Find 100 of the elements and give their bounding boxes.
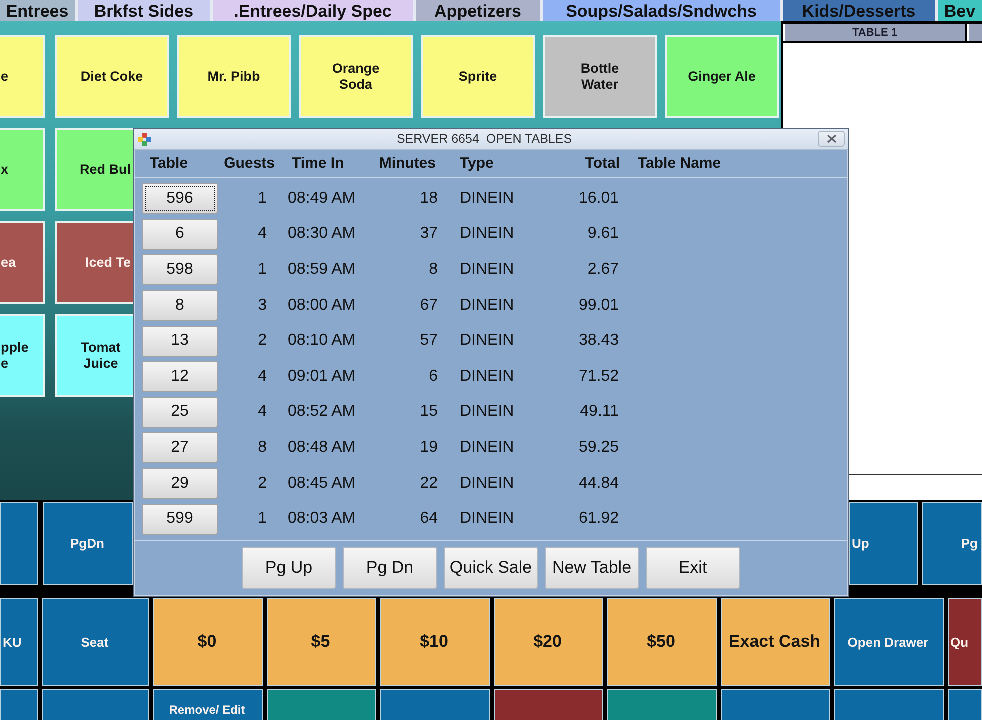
function-key[interactable] <box>607 689 716 720</box>
type-cell-text: DINEIN <box>459 332 514 350</box>
column-header: Table <box>149 155 188 172</box>
function-key[interactable]: KU <box>0 598 38 686</box>
total-cell-text: 61.92 <box>578 510 620 528</box>
function-key[interactable]: Exact Cash <box>720 598 830 686</box>
table-number-button[interactable]: 599 <box>142 504 218 535</box>
function-key[interactable]: $20 <box>494 598 603 686</box>
total-cell-text: 71.52 <box>578 368 620 386</box>
minutes-cell-text: 19 <box>420 438 439 457</box>
menu-item-button[interactable]: Mr. Pibb <box>177 35 291 118</box>
function-key[interactable] <box>42 689 149 720</box>
function-key[interactable]: Pg <box>922 502 982 585</box>
table-number-button[interactable]: 598 <box>142 254 218 286</box>
category-tab[interactable]: Kids/Desserts <box>783 0 935 21</box>
dialog-button[interactable]: Quick Sale <box>444 546 538 589</box>
time-cell-text: 08:10 AM <box>287 332 356 350</box>
column-header: Total <box>585 155 621 172</box>
function-key[interactable] <box>0 502 38 585</box>
dialog-button[interactable]: Pg Up <box>242 546 336 589</box>
time-cell-text: 08:30 AM <box>287 225 356 244</box>
total-cell-text: 2.67 <box>588 260 620 279</box>
order-column-header <box>969 24 982 41</box>
column-header: Time In <box>291 155 344 172</box>
function-key[interactable]: Remove/ Edit <box>153 689 262 720</box>
menu-item-button[interactable]: Red Bul <box>55 128 133 211</box>
menu-item-button[interactable]: ea <box>0 221 45 304</box>
function-key[interactable]: Seat <box>42 598 149 686</box>
column-header: Type <box>459 155 494 172</box>
category-tab[interactable]: Entrees <box>0 0 75 21</box>
total-cell-text: 59.25 <box>578 438 620 457</box>
minutes-cell-text: 67 <box>420 296 439 315</box>
function-key[interactable]: Open Drawer <box>834 598 944 686</box>
category-tab[interactable]: Appetizers <box>416 0 540 21</box>
minutes-cell-text: 22 <box>420 474 439 493</box>
category-tab[interactable]: Bev <box>938 0 982 21</box>
function-key[interactable]: $50 <box>607 598 716 686</box>
function-key[interactable] <box>948 689 982 720</box>
guests-cell-text: 4 <box>258 368 268 386</box>
column-header: Table Name <box>637 155 722 172</box>
type-cell-text: DINEIN <box>459 510 514 528</box>
minutes-cell-text: 37 <box>420 225 439 244</box>
time-cell-text: 08:49 AM <box>287 190 356 208</box>
guests-cell-text: 8 <box>258 438 268 457</box>
time-cell-text: 09:01 AM <box>287 368 356 386</box>
function-key[interactable] <box>494 689 603 720</box>
table-number-button[interactable]: 6 <box>142 218 218 250</box>
column-header: Minutes <box>379 155 437 172</box>
category-tab[interactable]: Soups/Salads/Sndwchs <box>543 0 780 21</box>
guests-cell-text: 1 <box>258 190 268 208</box>
total-cell-text: 16.01 <box>578 190 620 208</box>
menu-item-button[interactable]: Iced Te <box>55 221 133 304</box>
type-cell-text: DINEIN <box>459 474 514 493</box>
guests-cell-text: 2 <box>258 474 268 493</box>
minutes-cell-text: 64 <box>420 510 439 528</box>
guests-cell-text: 1 <box>258 260 268 279</box>
time-cell-text: 08:00 AM <box>287 296 356 315</box>
category-tab[interactable]: Brkfst Sides <box>78 0 210 21</box>
function-key[interactable]: $5 <box>266 598 376 686</box>
function-key[interactable] <box>834 689 944 720</box>
time-cell-text: 08:48 AM <box>287 438 356 457</box>
table-number-button[interactable]: 8 <box>142 290 218 322</box>
function-key[interactable] <box>266 689 376 720</box>
category-tab[interactable]: .Entrees/Daily Spec <box>213 0 413 21</box>
function-key[interactable] <box>380 689 490 720</box>
menu-item-button[interactable]: Ginger Ale <box>665 35 779 118</box>
menu-item-button[interactable]: e <box>0 35 45 118</box>
total-cell-text: 38.43 <box>578 332 620 350</box>
type-cell-text: DINEIN <box>459 260 514 279</box>
dialog-button[interactable]: New Table <box>545 546 639 589</box>
menu-item-button[interactable]: Sprite <box>421 35 535 118</box>
type-cell-text: DINEIN <box>459 296 514 315</box>
table-number-button[interactable]: 29 <box>142 468 218 500</box>
menu-item-button[interactable]: Bottle Water <box>543 35 657 118</box>
table-number-button[interactable]: 25 <box>142 396 218 428</box>
menu-item-button[interactable]: Orange Soda <box>299 35 413 118</box>
function-key[interactable]: $10 <box>380 598 490 686</box>
close-button[interactable] <box>818 131 845 147</box>
function-key[interactable] <box>0 689 38 720</box>
total-cell-text: 9.61 <box>588 225 620 244</box>
dialog-button[interactable]: Exit <box>646 546 740 589</box>
table-number-button[interactable]: 12 <box>142 361 218 392</box>
function-key[interactable]: $0 <box>153 598 262 686</box>
function-key[interactable]: Up <box>849 502 918 585</box>
function-key[interactable]: Qu <box>948 598 982 686</box>
dialog-button[interactable]: Pg Dn <box>343 546 437 589</box>
menu-item-button[interactable]: Diet Coke <box>55 35 169 118</box>
table-number-button[interactable]: 27 <box>142 432 218 464</box>
total-cell-text: 99.01 <box>578 296 620 315</box>
time-cell-text: 08:59 AM <box>287 260 356 279</box>
total-cell-text: 49.11 <box>580 403 620 422</box>
time-cell-text: 08:45 AM <box>287 474 356 493</box>
function-key[interactable] <box>720 689 830 720</box>
table-number-button[interactable]: 596 <box>142 183 218 214</box>
table-number-button[interactable]: 13 <box>142 326 218 357</box>
menu-item-button[interactable]: Tomat Juice <box>55 314 133 397</box>
menu-item-button[interactable]: pple e <box>0 314 45 397</box>
function-key[interactable]: PgDn <box>43 502 133 585</box>
minutes-cell-text: 6 <box>429 368 439 386</box>
menu-item-button[interactable]: x <box>0 128 45 211</box>
